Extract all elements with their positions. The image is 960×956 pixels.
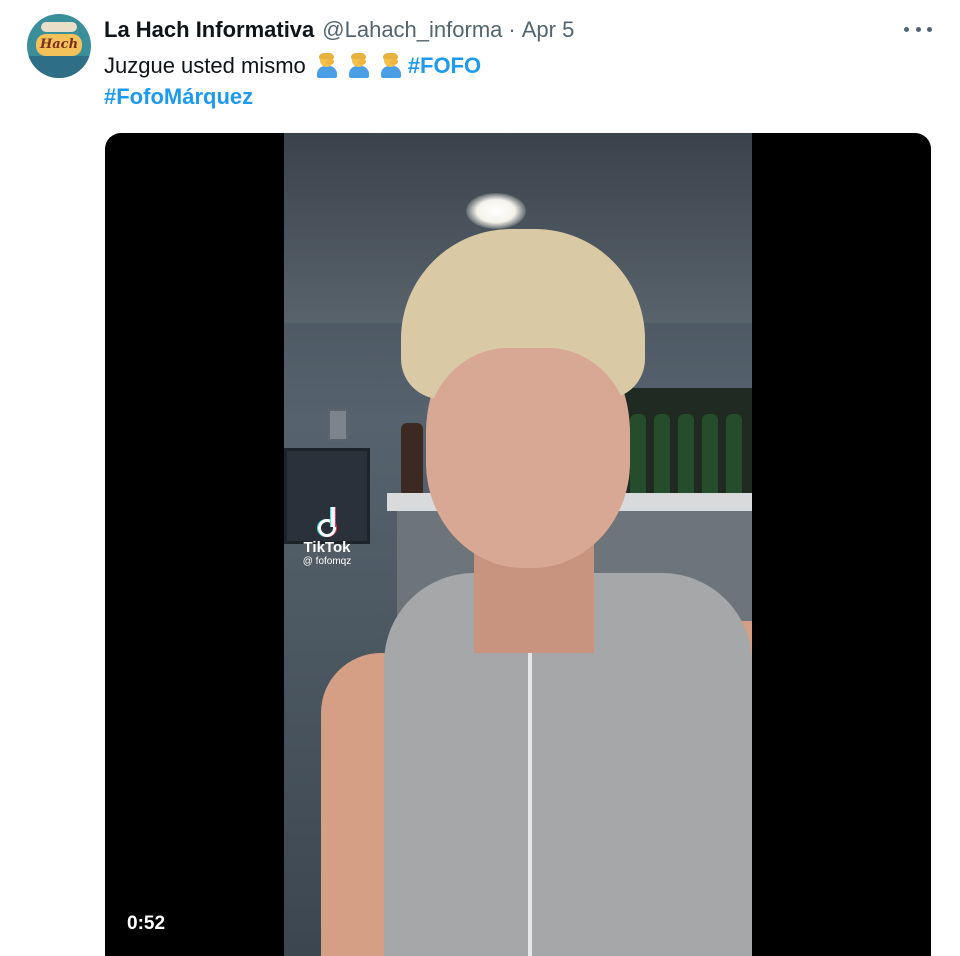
facepalm-emoji-icon (380, 53, 402, 78)
user-handle[interactable]: @Lahach_informa (322, 17, 502, 43)
facepalm-emoji-icon (316, 53, 338, 78)
person-face-front (426, 348, 630, 568)
avatar[interactable]: Hach (27, 14, 91, 78)
tweet-header: La Hach Informativa @Lahach_informa · Ap… (104, 15, 574, 45)
separator-dot: · (508, 17, 516, 42)
tweet-text-line-2: #FofoMárquez (104, 82, 253, 112)
avatar-decoration (41, 22, 77, 32)
more-dot (927, 26, 932, 32)
facepalm-emoji-icon (348, 53, 370, 78)
tweet-text-line-1: Juzgue usted mismo #FOFO (104, 51, 481, 81)
video-frame[interactable]: TikTok @ fofomqz (284, 133, 752, 956)
video-duration: 0:52 (127, 913, 166, 934)
bottle-shelf (624, 388, 752, 498)
tiktok-watermark: TikTok @ fofomqz (292, 507, 362, 568)
more-options-icon[interactable] (904, 22, 932, 36)
tweet-card[interactable]: Hach La Hach Informativa @Lahach_informa… (0, 0, 960, 956)
more-dot (915, 26, 921, 32)
tiktok-brand: TikTok (303, 539, 351, 556)
ceiling-light (466, 193, 526, 229)
avatar-logo-text: Hach (39, 37, 79, 52)
avatar-band (27, 56, 91, 78)
tiktok-user: @ fofomqz (302, 556, 352, 567)
wall-switch (328, 409, 348, 441)
hoodie-zipper (528, 653, 532, 956)
avatar-logo: Hach (36, 34, 82, 56)
tweet-text: Juzgue usted mismo (104, 53, 306, 78)
more-dot (904, 26, 909, 32)
video-player[interactable]: TikTok @ fofomqz 0:52 (105, 133, 931, 956)
hashtag-link[interactable]: #FOFO (408, 53, 481, 79)
hashtag-link[interactable]: #FofoMárquez (104, 84, 253, 110)
tiktok-logo-icon (314, 507, 340, 537)
display-name[interactable]: La Hach Informativa (104, 17, 314, 43)
tweet-date[interactable]: Apr 5 (522, 17, 575, 43)
